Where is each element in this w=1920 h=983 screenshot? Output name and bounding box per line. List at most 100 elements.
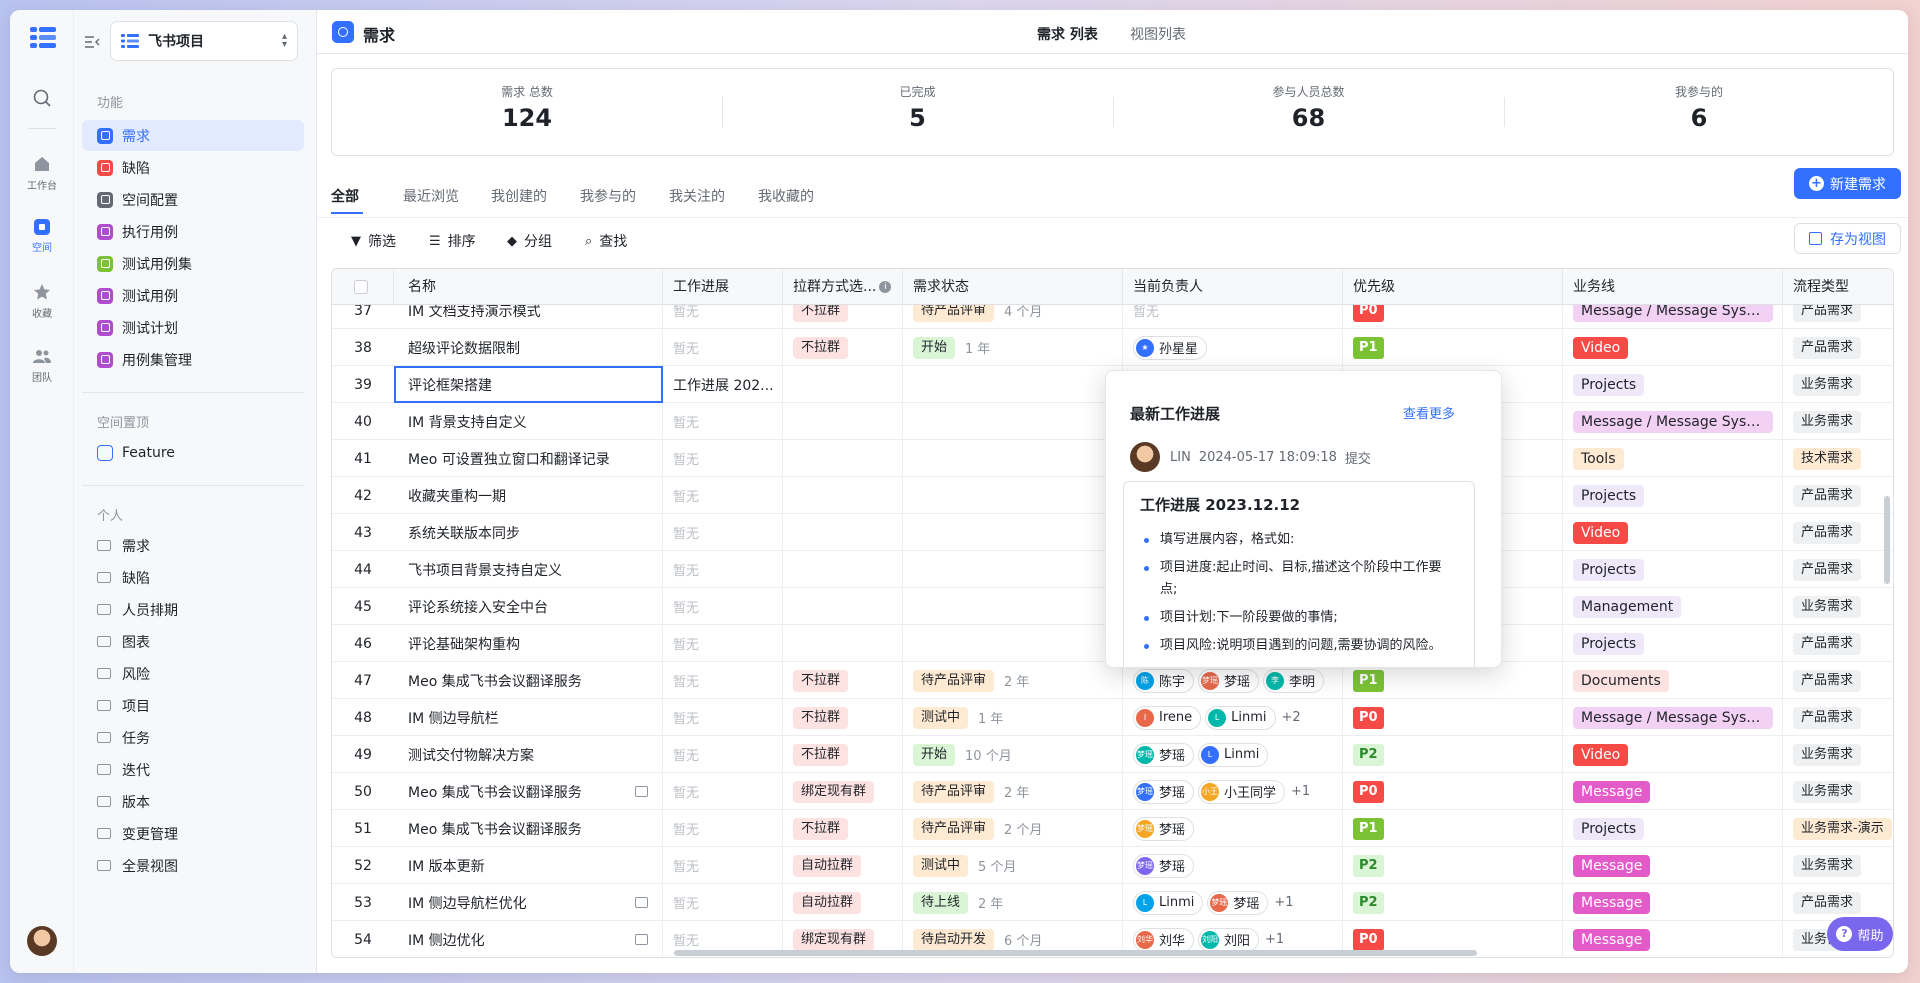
- progress-cell[interactable]: 暂无: [663, 329, 783, 366]
- flow-type-cell[interactable]: 产品需求: [1783, 514, 1893, 551]
- select-all-checkbox[interactable]: [332, 269, 394, 305]
- save-view-button[interactable]: 存为视图: [1794, 223, 1901, 254]
- progress-cell[interactable]: 暂无: [663, 810, 783, 847]
- owner-chip[interactable]: 刘华 刘华: [1133, 927, 1195, 952]
- sidebar-item-test-plan[interactable]: 测试计划: [82, 312, 304, 343]
- requirement-name[interactable]: Meo 可设置独立窗口和翻译记录: [394, 440, 663, 477]
- progress-cell[interactable]: 工作进展 202...: [663, 366, 783, 403]
- sidebar-item-requirement[interactable]: 需求: [82, 120, 304, 151]
- progress-cell[interactable]: 暂无: [663, 625, 783, 662]
- view-more-link[interactable]: 查看更多: [1403, 403, 1455, 422]
- table-row[interactable]: 53 IM 侧边导航栏优化 暂无 自动拉群 待上线 2 年 L Linmi 梦瑶 梦瑶 +1 P2 Me…: [332, 884, 1893, 921]
- status-cell[interactable]: [903, 440, 1123, 477]
- group-mode-cell[interactable]: 不拉群: [783, 329, 903, 366]
- sidebar-item-defect[interactable]: 缺陷: [82, 152, 304, 183]
- flow-type-cell[interactable]: 产品需求: [1783, 305, 1893, 329]
- table-row[interactable]: 38 超级评论数据限制 暂无 不拉群 开始 1 年 ★ 孙星星 P1 Video 产品需求: [332, 329, 1893, 366]
- business-line-cell[interactable]: Message / Message Syst...: [1563, 403, 1783, 440]
- sidebar-item-personal[interactable]: 人员排期: [82, 594, 304, 625]
- business-line-cell[interactable]: Message: [1563, 847, 1783, 884]
- owner-chip[interactable]: L Linmi: [1205, 705, 1276, 730]
- table-row[interactable]: 37 IM 文档支持演示模式 暂无 不拉群 待产品评审 4 个月 暂无 P0 Message /…: [332, 305, 1893, 329]
- progress-cell[interactable]: 暂无: [663, 884, 783, 921]
- requirement-name[interactable]: Meo 集成飞书会议翻译服务: [394, 662, 663, 699]
- tab-participated[interactable]: 我参与的: [580, 186, 636, 206]
- tab-following[interactable]: 我关注的: [669, 186, 725, 206]
- owner-cell[interactable]: 梦瑶梦瑶 L Linmi: [1123, 736, 1343, 773]
- requirement-name[interactable]: 评论系统接入安全中台: [394, 588, 663, 625]
- business-line-cell[interactable]: Tools: [1563, 440, 1783, 477]
- group-mode-cell[interactable]: 自动拉群: [783, 884, 903, 921]
- sidebar-item-personal[interactable]: 风险: [82, 658, 304, 689]
- owner-cell[interactable]: I Irene L Linmi +2: [1123, 699, 1343, 736]
- vertical-scrollbar[interactable]: [1884, 496, 1890, 584]
- business-line-cell[interactable]: Message / Message Syst...: [1563, 305, 1783, 329]
- requirement-name[interactable]: Meo 集成飞书会议翻译服务: [394, 773, 663, 810]
- owner-chip[interactable]: 梦瑶梦瑶: [1198, 668, 1260, 693]
- priority-cell[interactable]: P1: [1343, 810, 1563, 847]
- owner-chip[interactable]: 梦瑶梦瑶: [1133, 816, 1195, 841]
- sidebar-item-personal[interactable]: 缺陷: [82, 562, 304, 593]
- progress-cell[interactable]: 暂无: [663, 588, 783, 625]
- flow-type-cell[interactable]: 业务需求-演示: [1783, 810, 1893, 847]
- status-cell[interactable]: [903, 366, 1123, 403]
- sidebar-item-personal[interactable]: 图表: [82, 626, 304, 657]
- group-mode-cell[interactable]: [783, 403, 903, 440]
- requirement-name[interactable]: 评论基础架构重构: [394, 625, 663, 662]
- status-cell[interactable]: 测试中 5 个月: [903, 847, 1123, 884]
- business-line-cell[interactable]: Documents: [1563, 662, 1783, 699]
- flow-type-cell[interactable]: 产品需求: [1783, 884, 1893, 921]
- status-cell[interactable]: 测试中 1 年: [903, 699, 1123, 736]
- status-cell[interactable]: [903, 588, 1123, 625]
- status-cell[interactable]: 待产品评审 2 年: [903, 662, 1123, 699]
- table-row[interactable]: 50 Meo 集成飞书会议翻译服务 暂无 绑定现有群 待产品评审 2 年梦瑶 梦瑶 小王 小王同…: [332, 773, 1893, 810]
- flow-type-cell[interactable]: 产品需求: [1783, 662, 1893, 699]
- horizontal-scrollbar[interactable]: [674, 950, 1477, 956]
- status-cell[interactable]: [903, 403, 1123, 440]
- priority-cell[interactable]: P0: [1343, 305, 1563, 329]
- flow-type-cell[interactable]: 产品需求: [1783, 477, 1893, 514]
- column-header-status[interactable]: 需求状态: [903, 269, 1123, 305]
- sidebar-item-space-config[interactable]: 空间配置: [82, 184, 304, 215]
- table-row[interactable]: 52 IM 版本更新 暂无 自动拉群 测试中 5 个月 梦瑶 梦瑶 P2 Message 业务需求: [332, 847, 1893, 884]
- owner-chip[interactable]: 梦瑶梦瑶: [1207, 890, 1269, 915]
- table-row[interactable]: 51 Meo 集成飞书会议翻译服务 暂无 不拉群 待产品评审 2 个月 梦瑶 梦瑶 P1 Proj…: [332, 810, 1893, 847]
- requirement-name[interactable]: 飞书项目背景支持自定义: [394, 551, 663, 588]
- new-requirement-button[interactable]: + 新建需求: [1794, 168, 1901, 199]
- owner-chip[interactable]: 刘阳 刘阳: [1198, 927, 1260, 952]
- tab-requirement-list[interactable]: 需求 列表: [1037, 24, 1098, 44]
- status-cell[interactable]: 待产品评审 2 个月: [903, 810, 1123, 847]
- sidebar-item-exec-case[interactable]: 执行用例: [82, 216, 304, 247]
- business-line-cell[interactable]: Video: [1563, 514, 1783, 551]
- owner-chip[interactable]: 小王 小王同学: [1198, 779, 1286, 804]
- business-line-cell[interactable]: Management: [1563, 588, 1783, 625]
- collapse-sidebar-icon[interactable]: [84, 35, 100, 53]
- table-row[interactable]: 49 测试交付物解决方案 暂无 不拉群 开始 10 个月 梦瑶 梦瑶 L Linmi P2 Video…: [332, 736, 1893, 773]
- flow-type-cell[interactable]: 技术需求: [1783, 440, 1893, 477]
- project-selector[interactable]: 飞书项目 ▴ ▾: [110, 21, 298, 61]
- owner-cell[interactable]: 梦瑶 梦瑶: [1123, 810, 1343, 847]
- sidebar-item-personal[interactable]: 迭代: [82, 754, 304, 785]
- priority-cell[interactable]: P2: [1343, 884, 1563, 921]
- sidebar-item-personal[interactable]: 任务: [82, 722, 304, 753]
- progress-cell[interactable]: 暂无: [663, 440, 783, 477]
- tab-all[interactable]: 全部: [331, 186, 359, 206]
- group-mode-cell[interactable]: 不拉群: [783, 736, 903, 773]
- business-line-cell[interactable]: Projects: [1563, 625, 1783, 662]
- group-mode-cell[interactable]: [783, 625, 903, 662]
- progress-cell[interactable]: 暂无: [663, 514, 783, 551]
- status-cell[interactable]: 开始 1 年: [903, 329, 1123, 366]
- status-cell[interactable]: [903, 514, 1123, 551]
- rail-space[interactable]: 空间: [10, 218, 74, 254]
- tab-recent[interactable]: 最近浏览: [403, 186, 459, 206]
- business-line-cell[interactable]: Video: [1563, 329, 1783, 366]
- flow-type-cell[interactable]: 业务需求: [1783, 847, 1893, 884]
- sidebar-item-personal[interactable]: 变更管理: [82, 818, 304, 849]
- priority-cell[interactable]: P1: [1343, 329, 1563, 366]
- flow-type-cell[interactable]: 产品需求: [1783, 699, 1893, 736]
- business-line-cell[interactable]: Projects: [1563, 477, 1783, 514]
- comment-icon[interactable]: [635, 897, 648, 908]
- flow-type-cell[interactable]: 业务需求: [1783, 588, 1893, 625]
- requirement-name[interactable]: IM 背景支持自定义: [394, 403, 663, 440]
- priority-cell[interactable]: P2: [1343, 847, 1563, 884]
